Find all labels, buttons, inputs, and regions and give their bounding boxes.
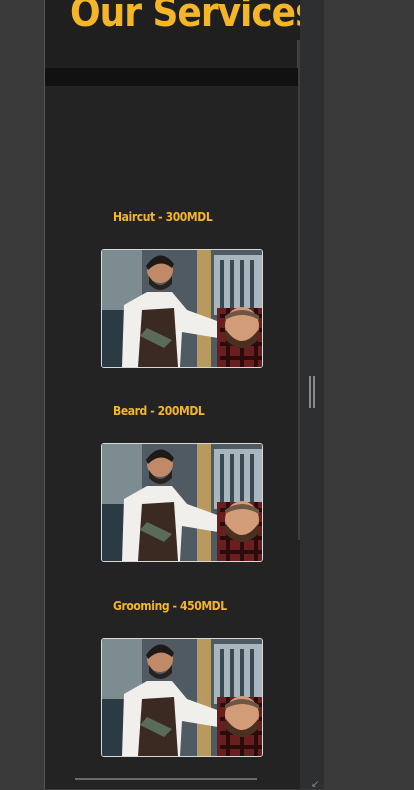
service-photo — [101, 443, 263, 562]
page-header: Our Services — [45, 0, 300, 68]
corner-resize-icon[interactable]: ↙ — [311, 779, 319, 790]
service-item-beard: Beard - 200MDL — [45, 404, 300, 564]
page-title: Our Services — [70, 0, 300, 36]
service-photo — [101, 638, 263, 757]
barber-photo-image — [102, 250, 262, 367]
header-bar — [45, 68, 300, 86]
service-item-haircut: Haircut - 300MDL — [45, 210, 300, 370]
barber-photo-image — [102, 444, 262, 561]
horizontal-scrollbar[interactable] — [75, 778, 257, 780]
barber-photo-image — [102, 639, 262, 756]
service-label: Grooming - 450MDL — [113, 599, 227, 613]
service-label: Haircut - 300MDL — [113, 210, 213, 224]
service-item-grooming: Grooming - 450MDL — [45, 599, 300, 759]
resize-grip-handle[interactable] — [309, 376, 315, 408]
service-label: Beard - 200MDL — [113, 404, 205, 418]
service-photo — [101, 249, 263, 368]
outer-background — [324, 0, 414, 789]
